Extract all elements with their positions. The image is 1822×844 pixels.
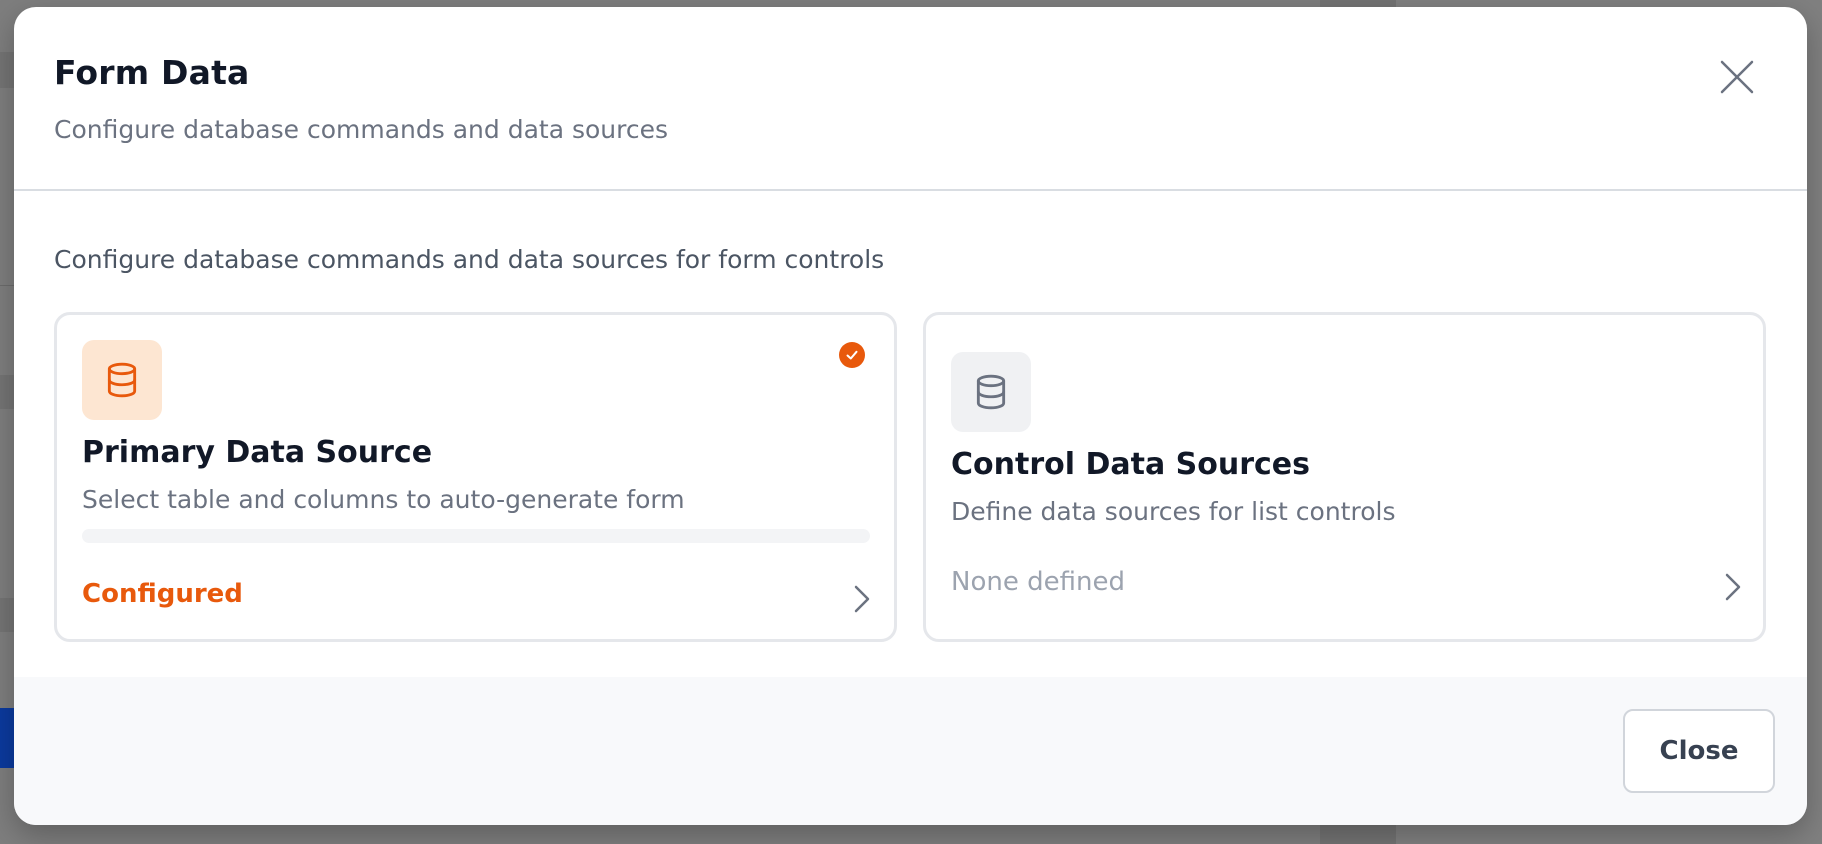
primary-data-source-card[interactable]: Primary Data Source Select table and col… [54, 312, 897, 642]
database-icon [951, 352, 1031, 432]
progress-fill [82, 529, 870, 543]
card-title: Primary Data Source [82, 435, 433, 470]
control-data-sources-card[interactable]: Control Data Sources Define data sources… [923, 312, 1766, 642]
backdrop-divider [0, 285, 14, 286]
check-circle-icon [839, 342, 865, 368]
dialog-footer: Close [14, 677, 1807, 825]
progress-track [82, 529, 870, 543]
close-button[interactable]: Close [1623, 709, 1775, 793]
dialog-header: Form Data Configure database commands an… [14, 7, 1807, 191]
status-label: None defined [951, 567, 1125, 597]
dialog-body: Configure database commands and data sou… [14, 193, 1807, 684]
body-intro-text: Configure database commands and data sou… [54, 245, 885, 274]
backdrop-block [0, 598, 14, 632]
card-description: Define data sources for list controls [951, 497, 1396, 526]
backdrop-block [0, 375, 14, 409]
database-icon [82, 340, 162, 420]
dialog-subtitle: Configure database commands and data sou… [54, 115, 669, 144]
card-title: Control Data Sources [951, 447, 1310, 482]
status-label: Configured [82, 579, 243, 609]
chevron-right-icon [1721, 569, 1745, 605]
backdrop-block [0, 52, 14, 88]
close-icon[interactable] [1717, 57, 1757, 97]
card-description: Select table and columns to auto-generat… [82, 485, 685, 514]
form-data-dialog: Form Data Configure database commands an… [14, 7, 1807, 825]
dialog-title: Form Data [54, 53, 250, 92]
backdrop-blue-button [0, 708, 14, 768]
chevron-right-icon [850, 581, 874, 617]
